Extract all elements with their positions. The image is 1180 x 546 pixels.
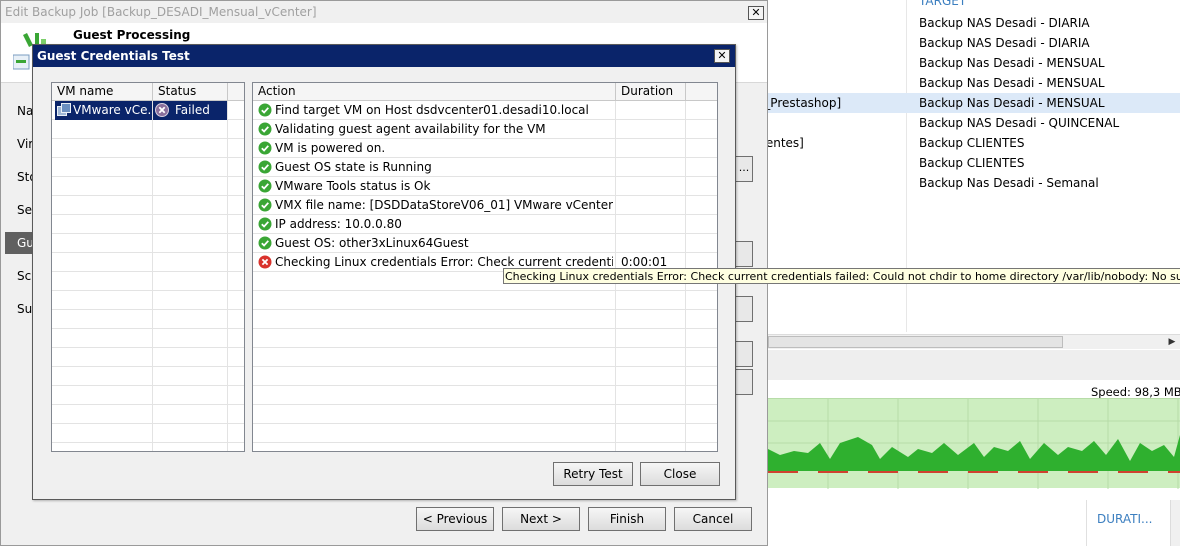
vm-name-cell[interactable]: VMware vCe... [55,101,152,120]
error-tooltip: Checking Linux credentials Error: Check … [503,268,1180,284]
column-line [227,83,228,451]
wizard-step-1[interactable]: Vir [17,137,33,151]
throughput-chart-graphic [768,399,1180,489]
check-circle-icon [258,179,272,193]
table-row[interactable]: VM is powered on. [253,139,717,158]
job-target-cell: Backup CLIENTES [919,156,1025,170]
table-row[interactable]: Find target VM on Host dsdvcenter01.desa… [253,101,717,120]
column-header-status[interactable]: Status [153,83,228,101]
action-text: Guest OS state is Running [275,160,432,174]
table-row[interactable]: Validating guest agent availability for … [253,120,717,139]
column-header-duration[interactable]: Duration [616,83,686,101]
close-icon[interactable]: ✕ [748,6,764,20]
close-button[interactable]: Close [640,462,720,486]
job-target-cell: Backup Nas Desadi - MENSUAL [919,76,1105,90]
action-text: Guest OS: other3xLinux64Guest [275,236,469,250]
vm-table[interactable]: VM name Status VMware vCe... Failed [51,82,245,452]
scrollbar-thumb[interactable] [768,336,1063,348]
wizard-step-title: Guest Processing [73,28,191,42]
job-row[interactable]: Backup NAS Desadi - QUINCENAL [740,113,1180,133]
action-text: IP address: 10.0.0.80 [275,217,402,231]
close-icon[interactable]: ✕ [714,49,730,63]
vm-table-header: VM name Status [52,83,244,101]
job-row[interactable]: ]Backup NAS Desadi - DIARIA [740,33,1180,53]
job-row[interactable]: Backup Nas Desadi - MENSUAL [740,53,1180,73]
job-target-cell: Backup CLIENTES [919,136,1025,150]
cancel-button[interactable]: Cancel [674,507,752,531]
action-text: VMware Tools status is Ok [275,179,431,193]
table-row[interactable]: VMware Tools status is Ok [253,177,717,196]
check-circle-icon [258,103,272,117]
job-row[interactable]: _Fuentes] Backup CLIENTES [740,133,1180,153]
dialog-titlebar[interactable]: Guest Credentials Test ✕ [33,45,735,67]
horizontal-scrollbar[interactable]: ▶ [768,334,1180,349]
vm-table-gridlines [52,101,244,451]
edit-window-titlebar[interactable]: Edit Backup Job [Backup_DESADI_Mensual_v… [1,1,767,23]
check-circle-icon [258,160,272,174]
job-row[interactable]: Backup NAS Desadi - DIARIA [740,13,1180,33]
throughput-chart [768,398,1180,489]
table-row[interactable]: IP address: 10.0.0.80 [253,215,717,234]
job-target-cell: Backup NAS Desadi - QUINCENAL [919,116,1120,130]
finish-button[interactable]: Finish [588,507,666,531]
check-circle-icon [258,236,272,250]
side-button-3[interactable] [735,296,753,322]
action-table[interactable]: Action Duration Find target VM on Host d… [252,82,718,452]
table-row[interactable]: Guest OS: other3xLinux64Guest [253,234,717,253]
dialog-title: Guest Credentials Test [37,49,190,63]
duration-column-header[interactable]: DURATI... [1097,512,1152,526]
job-target-cell: Backup Nas Desadi - Semanal [919,176,1099,190]
action-table-header: Action Duration [253,83,717,101]
action-text: Checking Linux credentials Error: Check … [275,255,613,269]
previous-button[interactable]: < Previous [416,507,494,531]
table-row[interactable]: VMware vCe... Failed [52,101,242,120]
scroll-right-icon[interactable]: ▶ [1166,335,1178,349]
job-target-cell: Backup NAS Desadi - DIARIA [919,16,1090,30]
action-duration: 0:00:01 [621,255,668,269]
job-target-cell: Backup NAS Desadi - DIARIA [919,36,1090,50]
vm-status: Failed [175,103,210,117]
job-target-cell: Backup Nas Desadi - MENSUAL [919,56,1105,70]
session-toolbar [768,350,1180,380]
vm-icon [57,103,71,116]
column-header-action[interactable]: Action [253,83,616,101]
target-column-header[interactable]: TARGET [919,0,966,8]
action-text: VMX file name: [DSDDataStoreV06_01] VMwa… [275,198,613,212]
check-circle-icon [258,198,272,212]
vertical-scrollbar[interactable] [1170,500,1180,546]
action-text: Find target VM on Host dsdvcenter01.desa… [275,103,589,117]
check-circle-icon [258,122,272,136]
browse-button[interactable]: ... [735,156,753,182]
action-text: VM is powered on. [275,141,386,155]
action-text: Validating guest agent availability for … [275,122,546,136]
edit-window-title: Edit Backup Job [Backup_DESADI_Mensual_v… [5,5,317,19]
job-row[interactable]: ual]Backup Nas Desadi - MENSUAL [740,73,1180,93]
error-circle-icon [258,255,272,269]
vm-status-cell[interactable]: Failed [153,101,227,120]
next-button[interactable]: Next > [502,507,580,531]
check-circle-icon [258,217,272,231]
table-row[interactable]: VMX file name: [DSDDataStoreV06_01] VMwa… [253,196,717,215]
side-button-2[interactable] [735,241,753,267]
column-header-vm-name[interactable]: VM name [52,83,153,101]
job-target-cell: Backup Nas Desadi - MENSUAL [919,96,1105,110]
job-row[interactable]: Backup CLIENTES [740,153,1180,173]
side-button-4[interactable] [735,341,753,367]
job-row[interactable]: Backup Nas Desadi - Semanal [740,173,1180,193]
error-circle-icon [155,103,169,117]
wizard-step-0[interactable]: Na [17,104,33,118]
wizard-step-4[interactable]: Gu [5,232,35,254]
column-line [152,83,153,451]
vm-name: VMware vCe... [73,103,152,117]
retry-test-button[interactable]: Retry Test [553,462,633,486]
table-row[interactable]: Guest OS state is Running [253,158,717,177]
side-button-5[interactable] [735,369,753,395]
check-circle-icon [258,141,272,155]
job-row[interactable]: ual_Prestashop] Backup Nas Desadi - MENSU… [740,93,1180,113]
speed-label: Speed: 98,3 MB/s [1091,385,1180,399]
